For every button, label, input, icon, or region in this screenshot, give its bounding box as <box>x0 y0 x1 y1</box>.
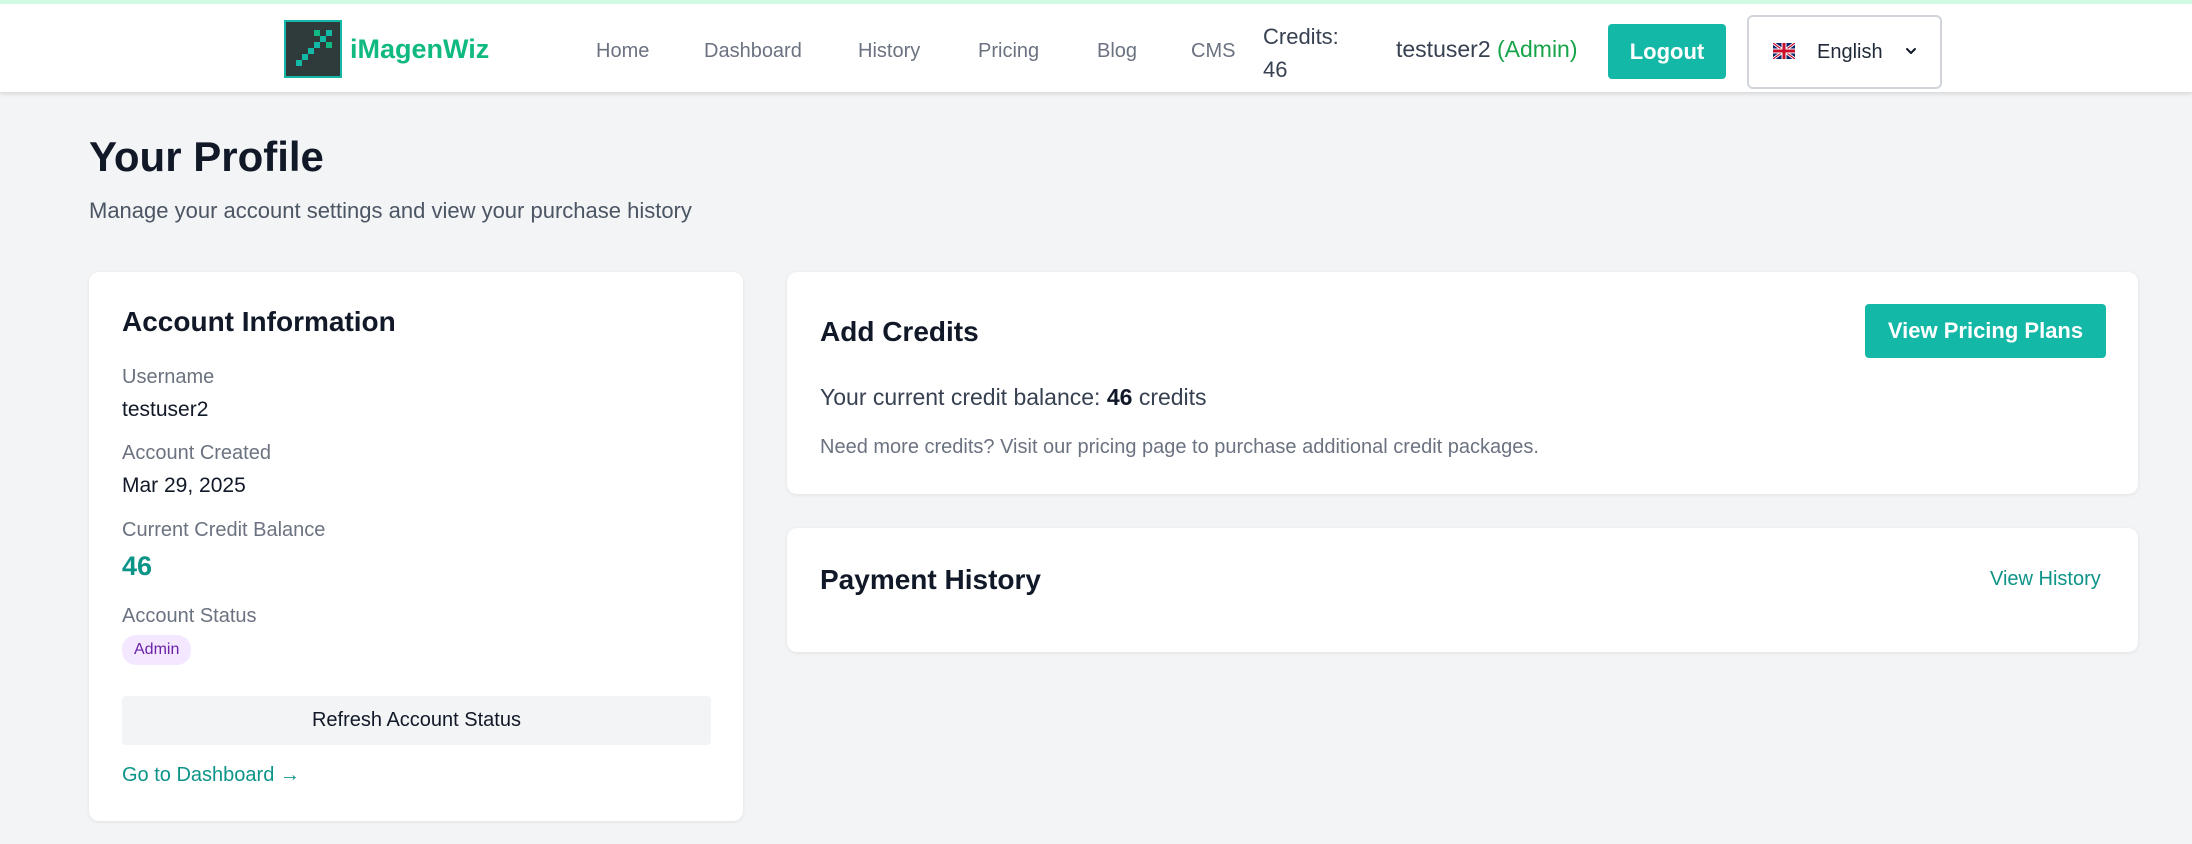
account-info-title: Account Information <box>122 306 396 337</box>
username-label: Username <box>122 366 215 388</box>
view-history-link[interactable]: View History <box>1990 568 2101 591</box>
view-pricing-plans-button[interactable]: View Pricing Plans <box>1865 304 2106 358</box>
current-balance-text: Your current credit balance: 46 credits <box>820 384 1207 411</box>
nav-home[interactable]: Home <box>596 40 649 63</box>
top-navbar: iMagenWiz Home Dashboard History Pricing… <box>0 0 2192 92</box>
nav-role: (Admin) <box>1497 36 1578 62</box>
brand-name[interactable]: iMagenWiz <box>350 34 489 65</box>
page-subtitle: Manage your account settings and view yo… <box>89 198 692 223</box>
status-badge: Admin <box>122 635 192 665</box>
nav-cms[interactable]: CMS <box>1191 40 1235 63</box>
page-title: Your Profile <box>89 133 324 180</box>
balance-amount: 46 <box>1106 384 1133 410</box>
nav-history[interactable]: History <box>858 40 920 63</box>
logo-icon[interactable] <box>284 20 342 78</box>
nav-dashboard[interactable]: Dashboard <box>704 40 802 63</box>
go-to-dashboard-link[interactable]: Go to Dashboard → <box>122 764 300 787</box>
add-credits-card: Add Credits View Pricing Plans Your curr… <box>787 272 2138 494</box>
refresh-account-status-button[interactable]: Refresh Account Status <box>122 696 711 745</box>
credits-note: Need more credits? Visit our pricing pag… <box>820 436 1539 458</box>
username-value: testuser2 <box>122 398 209 421</box>
credits-display: Credits: 46 <box>1263 20 1373 86</box>
balance-suffix: credits <box>1138 384 1207 410</box>
logout-button[interactable]: Logout <box>1608 24 1726 79</box>
user-info: testuser2 (Admin) <box>1396 36 1578 63</box>
account-status-label: Account Status <box>122 605 257 627</box>
language-label: English <box>1817 41 1883 63</box>
uk-flag-icon <box>1773 43 1795 59</box>
account-info-card: Account Information Username testuser2 A… <box>89 272 743 821</box>
credits-value: 46 <box>1263 57 1288 82</box>
payment-history-card: Payment History View History <box>787 528 2138 652</box>
credit-balance-label: Current Credit Balance <box>122 519 326 541</box>
nav-blog[interactable]: Blog <box>1097 40 1137 63</box>
account-created-value: Mar 29, 2025 <box>122 474 246 497</box>
add-credits-title: Add Credits <box>820 316 979 347</box>
account-created-label: Account Created <box>122 442 271 464</box>
payment-history-title: Payment History <box>820 564 1041 595</box>
language-selector[interactable]: English <box>1747 15 1942 89</box>
credits-label: Credits: <box>1263 24 1339 49</box>
nav-pricing[interactable]: Pricing <box>978 40 1039 63</box>
credit-balance-value: 46 <box>122 551 153 581</box>
nav-username: testuser2 <box>1396 36 1491 62</box>
chevron-down-icon <box>1906 48 1916 54</box>
balance-prefix: Your current credit balance: <box>820 384 1101 410</box>
